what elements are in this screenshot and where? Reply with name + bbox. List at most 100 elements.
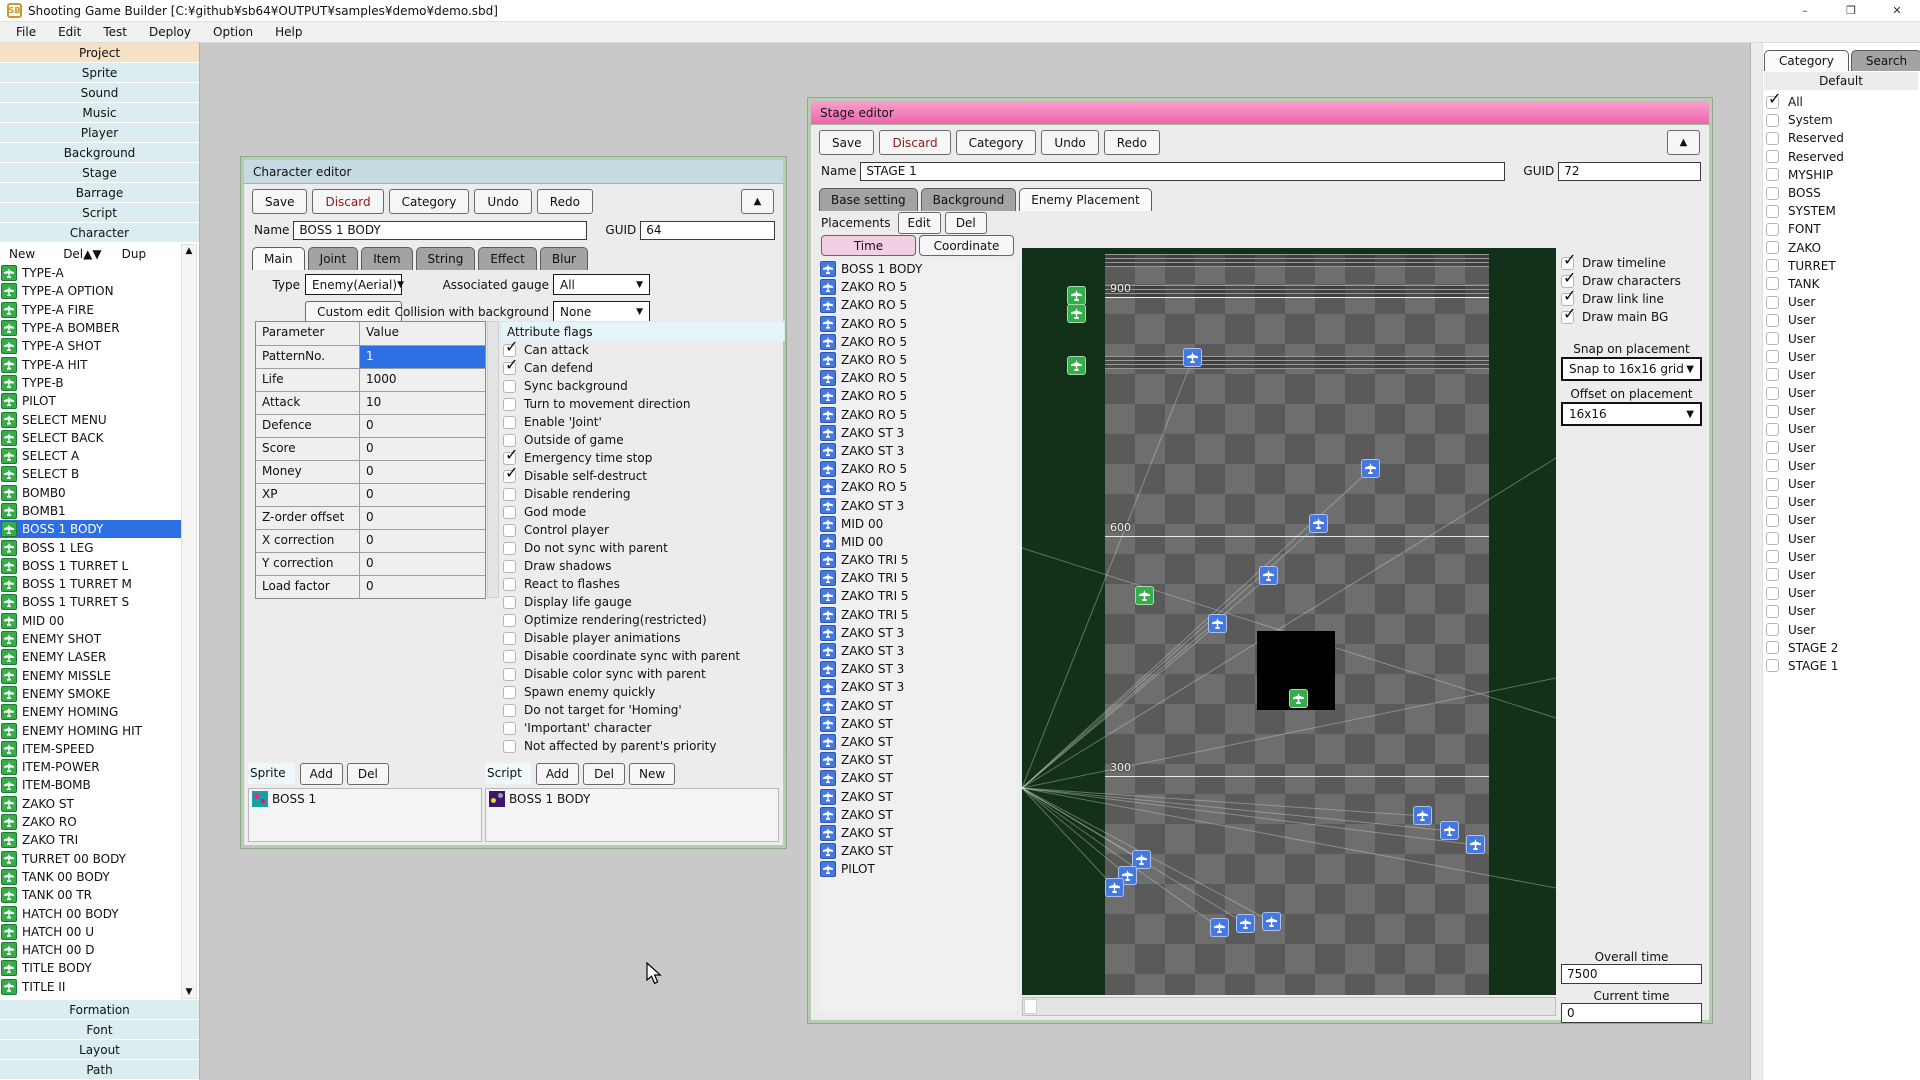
script-add-button[interactable]: Add <box>536 763 579 785</box>
placements-del-button[interactable]: Del <box>945 212 987 234</box>
character-tab-item[interactable]: Item <box>361 247 412 270</box>
sidebar-category-stage[interactable]: Stage <box>0 163 199 182</box>
checkbox[interactable] <box>1766 187 1779 200</box>
category-item[interactable]: User <box>1766 293 1920 311</box>
character-list-item[interactable]: BOSS 1 TURRET M <box>0 575 181 593</box>
attribute-flag[interactable]: Disable color sync with parent <box>500 665 785 683</box>
parameter-row[interactable]: X correction0 <box>256 529 485 552</box>
view-tab-coordinate[interactable]: Coordinate <box>919 235 1014 256</box>
script-new-button[interactable]: New <box>629 763 675 785</box>
placement-item[interactable]: ZAKO RO 5 <box>819 369 1017 387</box>
checkbox[interactable] <box>1766 332 1779 345</box>
attribute-flag[interactable]: ✓Disable self-destruct <box>500 467 785 485</box>
attribute-flag[interactable]: Disable rendering <box>500 485 785 503</box>
character-list-item[interactable]: HATCH 00 D <box>0 941 181 959</box>
character-list-item[interactable]: MID 00 <box>0 612 181 630</box>
placement-item[interactable]: ZAKO TRI 5 <box>819 587 1017 605</box>
offset-dropdown[interactable]: 16x16▼ <box>1561 402 1702 426</box>
stage-discard-button[interactable]: Discard <box>879 130 950 155</box>
parameter-row[interactable]: Life1000 <box>256 368 485 391</box>
snap-dropdown[interactable]: Snap to 16x16 grid▼ <box>1561 357 1702 381</box>
checkbox[interactable] <box>1766 168 1779 181</box>
sidebar-category-music[interactable]: Music <box>0 103 199 122</box>
character-list-item[interactable]: ITEM-SPEED <box>0 740 181 758</box>
parameter-value[interactable]: 0 <box>360 415 485 437</box>
parameter-table-scrollbar[interactable] <box>487 321 499 598</box>
category-item[interactable]: FONT <box>1766 220 1920 238</box>
checkbox[interactable] <box>1766 150 1779 163</box>
stage-tab-base-setting[interactable]: Base setting <box>819 188 918 211</box>
category-item[interactable]: User <box>1766 548 1920 566</box>
checkbox[interactable] <box>503 416 516 429</box>
stage-tab-enemy-placement[interactable]: Enemy Placement <box>1019 188 1151 211</box>
draw-option[interactable]: ✓Draw link line <box>1559 290 1704 308</box>
category-item[interactable]: User <box>1766 602 1920 620</box>
sidebar-category-sound[interactable]: Sound <box>0 83 199 102</box>
checkbox[interactable] <box>1766 423 1779 436</box>
character-list-item[interactable]: BOSS 1 TURRET S <box>0 593 181 611</box>
category-item[interactable]: Reserved <box>1766 129 1920 147</box>
placement-item[interactable]: ZAKO RO 5 <box>819 278 1017 296</box>
character-tab-effect[interactable]: Effect <box>478 247 537 270</box>
character-list-item[interactable]: TYPE-A SHOT <box>0 337 181 355</box>
sidebar-category-background[interactable]: Background <box>0 143 199 162</box>
sidebar-button-font[interactable]: Font <box>0 1020 199 1039</box>
placement-item[interactable]: ZAKO ST <box>819 806 1017 824</box>
character-list-item[interactable]: BOSS 1 TURRET L <box>0 557 181 575</box>
stage-category-button[interactable]: Category <box>956 130 1037 155</box>
checkbox[interactable] <box>1766 532 1779 545</box>
checkbox[interactable] <box>1766 259 1779 272</box>
parameter-row[interactable]: Score0 <box>256 437 485 460</box>
character-list-item[interactable]: ENEMY SMOKE <box>0 685 181 703</box>
sidebar-category-character[interactable]: Character <box>0 223 199 242</box>
character-list-item[interactable]: BOMB0 <box>0 484 181 502</box>
category-item[interactable]: User <box>1766 420 1920 438</box>
checkbox[interactable]: ✓ <box>1766 96 1779 109</box>
character-list-item[interactable]: TITLE II <box>0 978 181 996</box>
category-item[interactable]: Reserved <box>1766 148 1920 166</box>
character-list-item[interactable]: BOSS 1 BODY <box>0 520 181 538</box>
parameter-value[interactable]: 1 <box>360 346 485 368</box>
checkbox[interactable] <box>1766 587 1779 600</box>
collapse-button[interactable]: ▲ <box>741 189 774 214</box>
default-button[interactable]: Default <box>1764 72 1918 90</box>
stage-guid-input[interactable]: 72 <box>1558 162 1701 181</box>
character-list-item[interactable]: TITLE BODY <box>0 959 181 977</box>
placement-item[interactable]: ZAKO ST <box>819 842 1017 860</box>
panel-tab-search[interactable]: Search <box>1851 50 1920 71</box>
attribute-flag[interactable]: Turn to movement direction <box>500 395 785 413</box>
enemy-marker-icon[interactable] <box>1466 835 1485 854</box>
placement-item[interactable]: ZAKO RO 5 <box>819 296 1017 314</box>
character-list-item[interactable]: ENEMY MISSLE <box>0 667 181 685</box>
enemy-marker-icon[interactable] <box>1262 912 1281 931</box>
parameter-value[interactable]: 10 <box>360 392 485 414</box>
placement-item[interactable]: ZAKO ST <box>819 697 1017 715</box>
checkbox[interactable] <box>1766 405 1779 418</box>
checkbox[interactable] <box>1766 659 1779 672</box>
character-list-item[interactable]: TYPE-A <box>0 264 181 282</box>
category-item[interactable]: TANK <box>1766 275 1920 293</box>
category-item[interactable]: ZAKO <box>1766 239 1920 257</box>
placement-item[interactable]: ZAKO ST 3 <box>819 660 1017 678</box>
parameter-row[interactable]: Defence0 <box>256 414 485 437</box>
friendly-marker-icon[interactable] <box>1067 356 1086 375</box>
attribute-flag[interactable]: Do not target for 'Homing' <box>500 701 785 719</box>
placement-item[interactable]: ZAKO ST 3 <box>819 678 1017 696</box>
placement-item[interactable]: ZAKO ST 3 <box>819 624 1017 642</box>
enemy-marker-icon[interactable] <box>1309 514 1328 533</box>
category-item[interactable]: User <box>1766 584 1920 602</box>
checkbox[interactable] <box>1766 478 1779 491</box>
checkbox[interactable] <box>503 740 516 753</box>
checkbox[interactable] <box>503 506 516 519</box>
character-list-item[interactable]: SELECT B <box>0 465 181 483</box>
character-list-item[interactable]: TYPE-B <box>0 374 181 392</box>
character-list-item[interactable]: ENEMY LASER <box>0 648 181 666</box>
sprite-add-button[interactable]: Add <box>300 763 343 785</box>
sprite-item[interactable]: BOSS 1 <box>249 789 481 809</box>
character-list-item[interactable]: ENEMY HOMING HIT <box>0 721 181 739</box>
enemy-marker-icon[interactable] <box>1440 821 1459 840</box>
placement-item[interactable]: ZAKO TRI 5 <box>819 551 1017 569</box>
parameter-value[interactable]: 0 <box>360 553 485 575</box>
parameter-row[interactable]: Z-order offset0 <box>256 506 485 529</box>
checkbox[interactable] <box>503 596 516 609</box>
